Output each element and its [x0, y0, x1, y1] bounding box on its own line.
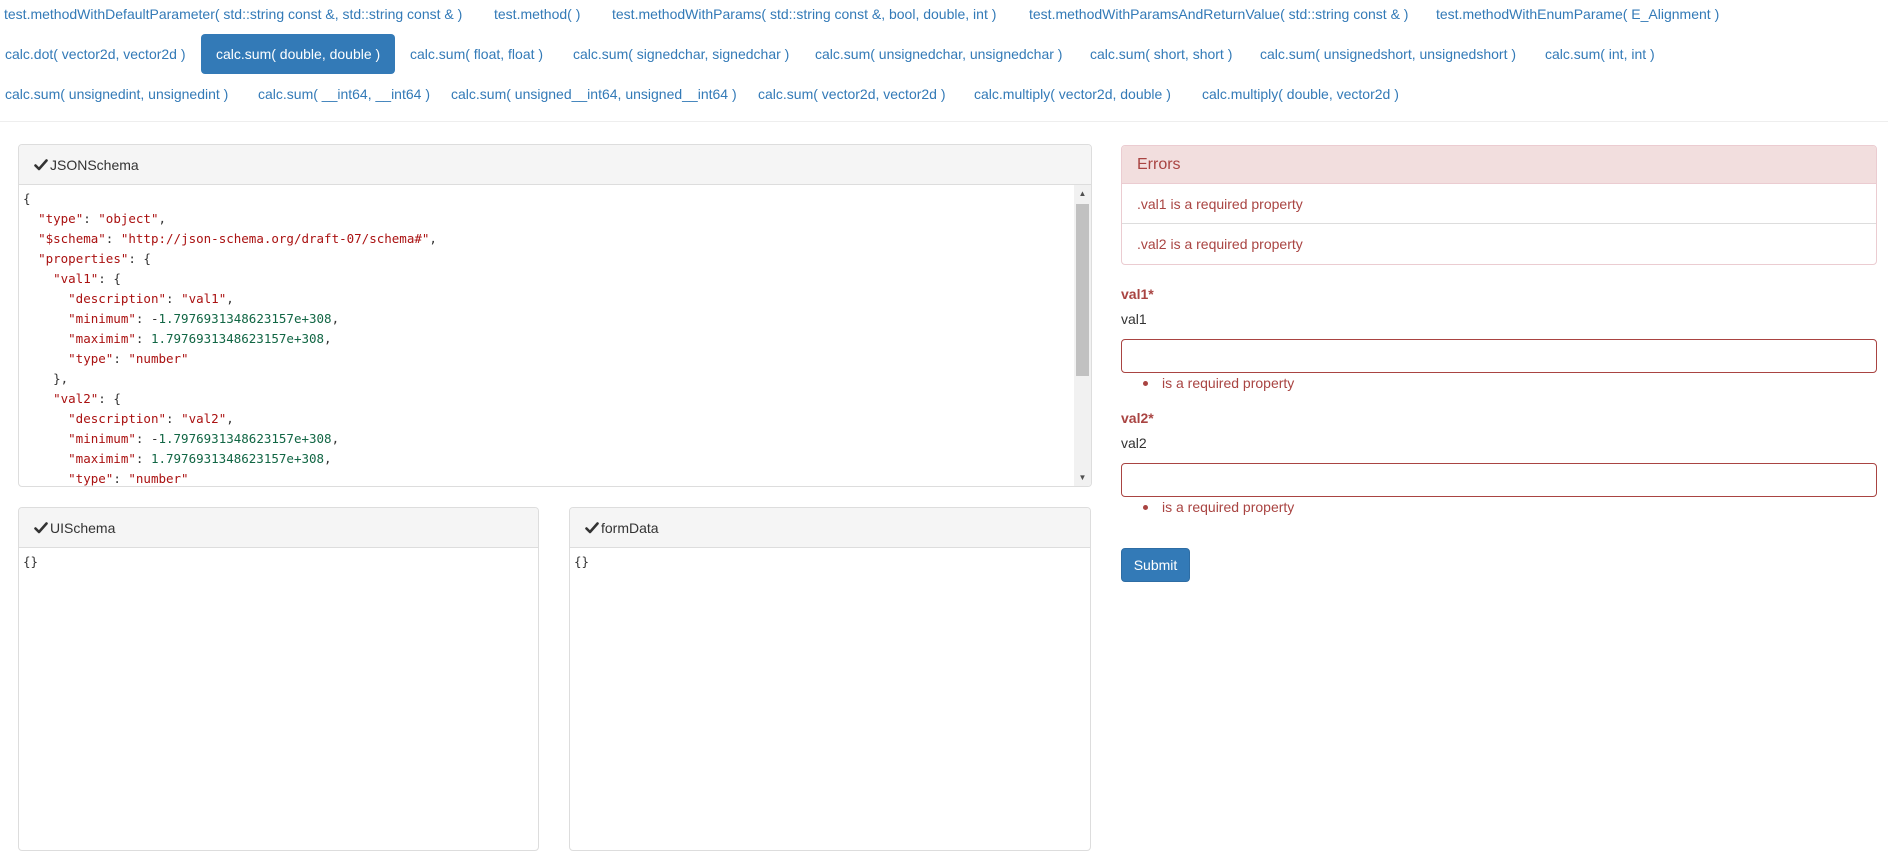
- bullet-icon: [1143, 504, 1148, 510]
- val2-input[interactable]: [1121, 463, 1877, 497]
- ui-schema-editor[interactable]: {}: [19, 548, 538, 572]
- nav-link-calc-sum-signedchar[interactable]: calc.sum( signedchar, signedchar ): [558, 34, 804, 74]
- val1-error-text: is a required property: [1162, 375, 1295, 391]
- json-schema-panel: JSONSchema { "type": "object", "$schema"…: [18, 144, 1092, 487]
- method-nav-row-3: calc.sum( unsignedint, unsignedint ) cal…: [0, 74, 1888, 114]
- check-icon: [34, 521, 48, 535]
- val1-input[interactable]: [1121, 339, 1877, 373]
- ui-schema-panel: UISchema {}: [18, 507, 539, 851]
- nav-link-calc-multiply-vector2d-double[interactable]: calc.multiply( vector2d, double ): [959, 74, 1186, 114]
- val2-label: val2*: [1121, 410, 1154, 426]
- scroll-down-arrow-icon[interactable]: ▼: [1074, 469, 1091, 486]
- nav-link-calc-multiply-double-vector2d[interactable]: calc.multiply( double, vector2d ): [1187, 74, 1414, 114]
- nav-link-calc-sum-unsigned-int64[interactable]: calc.sum( unsigned__int64, unsigned__int…: [436, 74, 752, 114]
- json-schema-scrollbar[interactable]: ▲ ▼: [1074, 185, 1091, 486]
- check-icon: [34, 158, 48, 172]
- scroll-up-arrow-icon[interactable]: ▲: [1074, 185, 1091, 202]
- json-schema-line: {: [23, 191, 31, 206]
- scrollbar-thumb[interactable]: [1076, 204, 1089, 376]
- errors-panel: Errors .val1 is a required property .val…: [1121, 145, 1877, 265]
- nav-link-calc-sum-short[interactable]: calc.sum( short, short ): [1075, 34, 1247, 74]
- nav-link-calc-sum-unsignedint[interactable]: calc.sum( unsignedint, unsignedint ): [0, 74, 243, 114]
- json-schema-line: "description": "val2",: [68, 411, 234, 426]
- form-data-panel-heading: formData: [570, 508, 1090, 548]
- nav-link-calc-sum-unsignedshort[interactable]: calc.sum( unsignedshort, unsignedshort ): [1245, 34, 1531, 74]
- ui-schema-title: UISchema: [50, 520, 116, 536]
- json-schema-line: "type": "number": [68, 471, 189, 486]
- json-schema-line: "type": "number": [68, 351, 189, 366]
- nav-link-test-methodwithparams[interactable]: test.methodWithParams( std::string const…: [597, 0, 1011, 34]
- nav-link-test-methodwithparamsandreturnvalue[interactable]: test.methodWithParamsAndReturnValue( std…: [1014, 0, 1423, 34]
- json-schema-line: "minimum": -1.7976931348623157e+308,: [68, 431, 340, 446]
- error-item-val2: .val2 is a required property: [1137, 236, 1303, 252]
- val1-label: val1*: [1121, 286, 1154, 302]
- val2-description: val2: [1121, 435, 1147, 451]
- val1-error: is a required property: [1143, 375, 1294, 391]
- errors-title: Errors: [1122, 146, 1876, 184]
- nav-link-calc-sum-int64[interactable]: calc.sum( __int64, __int64 ): [243, 74, 445, 114]
- json-schema-line: "maximim": 1.7976931348623157e+308,: [68, 331, 332, 346]
- check-icon: [585, 521, 599, 535]
- method-nav-row-1: test.methodWithDefaultParameter( std::st…: [0, 0, 1888, 34]
- json-schema-line: "val2": {: [53, 391, 121, 406]
- ui-schema-panel-heading: UISchema: [19, 508, 538, 548]
- json-schema-line: "properties": {: [38, 251, 151, 266]
- method-nav-row-2: calc.dot( vector2d, vector2d ) calc.sum(…: [0, 34, 1888, 74]
- nav-link-test-methodwithenumparame[interactable]: test.methodWithEnumParame( E_Alignment ): [1421, 0, 1734, 34]
- val1-description: val1: [1121, 311, 1147, 327]
- val2-error: is a required property: [1143, 499, 1294, 515]
- nav-link-test-methodwithdefaultparameter[interactable]: test.methodWithDefaultParameter( std::st…: [0, 0, 477, 34]
- submit-button[interactable]: Submit: [1121, 548, 1190, 582]
- json-schema-editor[interactable]: { "type": "object", "$schema": "http://j…: [19, 185, 1091, 486]
- json-schema-line: "val1": {: [53, 271, 121, 286]
- form-data-editor[interactable]: {}: [570, 548, 1090, 572]
- nav-link-test-method[interactable]: test.method( ): [479, 0, 595, 34]
- json-schema-line: "maximim": 1.7976931348623157e+308,: [68, 451, 332, 466]
- json-schema-line: "type": "object",: [38, 211, 167, 226]
- val2-error-text: is a required property: [1162, 499, 1295, 515]
- nav-link-calc-sum-unsignedchar[interactable]: calc.sum( unsignedchar, unsignedchar ): [800, 34, 1077, 74]
- nav-link-calc-sum-int[interactable]: calc.sum( int, int ): [1530, 34, 1670, 74]
- nav-link-calc-sum-float[interactable]: calc.sum( float, float ): [395, 34, 558, 74]
- json-schema-line: "minimum": -1.7976931348623157e+308,: [68, 311, 340, 326]
- form-data-panel: formData {}: [569, 507, 1091, 851]
- json-schema-line: },: [23, 371, 69, 386]
- json-schema-panel-heading: JSONSchema: [19, 145, 1091, 185]
- json-schema-line: "description": "val1",: [68, 291, 234, 306]
- bullet-icon: [1143, 380, 1148, 386]
- nav-link-calc-sum-double[interactable]: calc.sum( double, double ): [201, 34, 396, 74]
- form-data-title: formData: [601, 520, 659, 536]
- nav-link-calc-dot-vector2d[interactable]: calc.dot( vector2d, vector2d ): [0, 34, 201, 74]
- json-schema-title: JSONSchema: [50, 157, 139, 173]
- method-nav: test.methodWithDefaultParameter( std::st…: [0, 0, 1888, 122]
- error-item-val1: .val1 is a required property: [1122, 184, 1876, 224]
- json-schema-line: "$schema": "http://json-schema.org/draft…: [38, 231, 437, 246]
- nav-link-calc-sum-vector2d[interactable]: calc.sum( vector2d, vector2d ): [743, 74, 961, 114]
